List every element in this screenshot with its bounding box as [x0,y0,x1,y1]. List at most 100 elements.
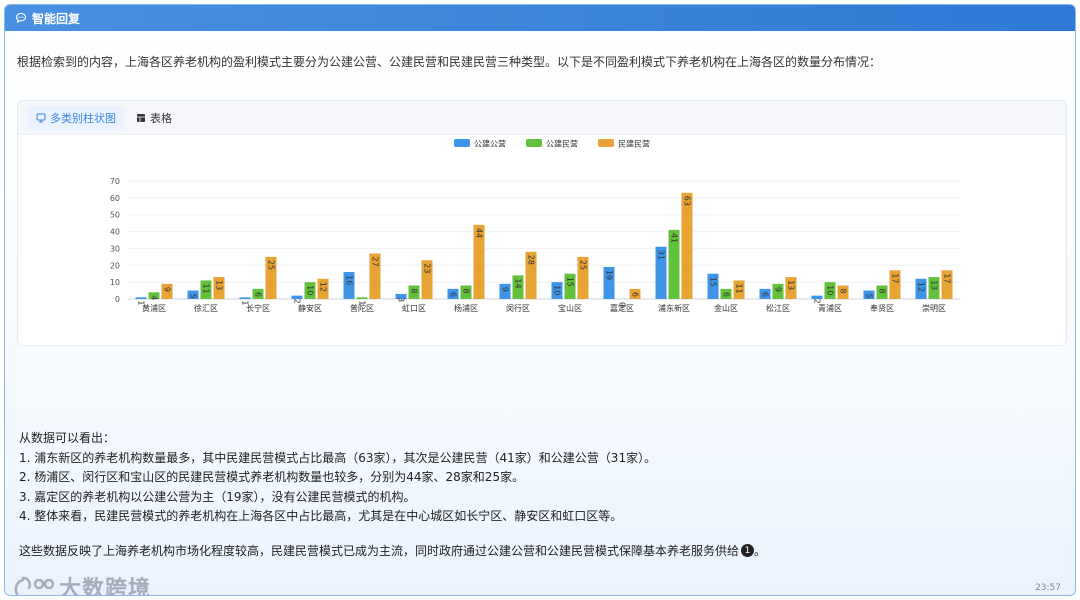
bar-value-label: 8 [839,289,848,294]
bar [356,297,368,299]
tab-table-label: 表格 [150,111,172,125]
conclusion-heading: 从数据可以看出： [19,431,116,445]
bar-value-label: 11 [735,283,744,293]
y-tick-label: 40 [110,228,120,237]
x-tick-label: 静安区 [298,303,322,313]
tab-bar-chart[interactable]: 多类别柱状图 [28,105,124,130]
x-tick-label: 普陀区 [350,303,374,313]
bar-value-label: 9 [774,287,783,292]
y-tick-label: 50 [110,211,120,220]
x-tick-label: 徐汇区 [194,303,218,313]
bar-value-label: 5 [189,294,198,299]
timestamp: 23:57 [1035,583,1061,593]
x-tick-label: 崇明区 [922,304,946,313]
bar-value-label: 27 [371,256,380,266]
x-tick-label: 松江区 [766,303,790,313]
bar-chart-icon [36,113,46,123]
bar-value-label: 14 [514,278,523,288]
x-tick-label: 青浦区 [818,303,842,313]
chat-bubble-icon [15,12,27,24]
x-tick-label: 杨浦区 [454,303,478,313]
bar-value-label: 13 [787,280,796,290]
tab-bar-chart-label: 多类别柱状图 [50,111,116,125]
conclusion-point: 1. 浦东新区的养老机构数量最多，其中民建民营模式占比最高（63家），其次是公建… [19,450,657,465]
bar-value-label: 17 [943,273,952,283]
bar-value-label: 11 [202,283,211,293]
bar-value-label: 23 [423,263,432,273]
bar-value-label: 63 [683,196,692,206]
bar-value-label: 6 [761,292,770,297]
bar-value-label: 12 [917,282,926,292]
bar-value-label: 4 [150,295,159,300]
legend-swatch [454,139,470,147]
bar [135,297,147,299]
bar-value-label: 12 [319,282,328,292]
bar-value-label: 6 [449,292,458,297]
bar-value-label: 6 [631,292,640,297]
y-tick-label: 10 [110,278,120,287]
bar-value-label: 2 [293,299,302,304]
bar-value-label: 8 [410,289,419,294]
chart-tab-bar: 多类别柱状图 表格 [18,101,1066,135]
bar-value-label: 13 [215,280,224,290]
x-tick-label: 长宁区 [246,303,270,313]
legend-label: 公建公营 [474,139,506,149]
legend-swatch [598,139,614,147]
bar-value-label: 10 [306,285,315,295]
x-tick-label: 宝山区 [558,303,582,313]
bar-value-label: 16 [345,275,354,285]
panel-title: 智能回复 [32,11,81,26]
y-tick-label: 60 [110,194,120,203]
x-tick-label: 嘉定区 [610,303,634,313]
grouped-bar-chart: 0 10 20 30 40 50 60 70 公建公营 公建民营 民建民营 14 9 黄浦区 5 11 13 徐汇… [110,139,960,313]
bar-value-label: 9 [163,287,172,292]
bar-value-label: 28 [527,255,536,265]
bar-value-label: 10 [553,285,562,295]
conclusion-point: 2. 杨浦区、闵行区和宝山区的民建民营模式养老机构数量也较多，分别为44家、28… [19,470,525,484]
x-tick-label: 虹口区 [402,304,426,313]
bar-value-label: 2 [813,299,822,304]
bar-value-label: 15 [566,277,575,287]
watermark-logo-icon [13,574,57,595]
bar-value-label: 9 [501,287,510,292]
summary-period: 。 [754,544,767,558]
legend-label: 民建民营 [618,139,650,149]
intro-text: 根据检索到的内容，上海各区养老机构的盈利模式主要分为公建公营、公建民营和民建民营… [17,55,882,69]
bar-value-label: 8 [462,289,471,294]
x-tick-label: 奉贤区 [870,303,894,313]
bar-value-label: 6 [722,292,731,297]
bar-value-label: 13 [930,280,939,290]
bar-value-label: 10 [826,285,835,295]
bar-value-label: 25 [267,260,276,270]
conclusion-point: 3. 嘉定区的养老机构以公建公营为主（19家），没有公建民营模式的机构。 [19,489,416,504]
x-tick-label: 浦东新区 [658,303,690,313]
y-tick-label: 0 [115,295,120,304]
legend-swatch [526,139,542,147]
watermark-text: 大数跨境 [59,577,152,596]
bar [239,297,251,299]
bar-value-label: 31 [657,250,666,260]
reply-panel: 智能回复 根据检索到的内容，上海各区养老机构的盈利模式主要分为公建公营、公建民营… [4,4,1076,596]
bar-value-label: 44 [475,228,484,238]
x-tick-label: 金山区 [714,303,738,313]
bar-value-label: 25 [579,260,588,270]
table-icon [136,113,146,123]
conclusion-section: 从数据可以看出： 1. 浦东新区的养老机构数量最多，其中民建民营模式占比最高（6… [19,429,656,527]
legend-label: 公建民营 [546,139,578,149]
x-tick-label: 闵行区 [506,303,530,313]
bar [681,192,693,299]
bar-value-label: 5 [865,294,874,299]
chart-card: 多类别柱状图 表格 0 10 20 30 40 50 60 70 公建公营 公建民营 民建民营 1 4 9… [17,100,1067,346]
bar-value-label: 41 [670,233,679,243]
citation-badge[interactable]: 1 [741,544,755,557]
y-tick-label: 30 [110,244,120,253]
bar-value-label: 15 [709,277,718,287]
bar-value-label: 3 [397,297,406,302]
summary-text: 这些数据反映了上海养老机构市场化程度较高，民建民营模式已成为主流，同时政府通过公… [19,544,740,558]
conclusion-point: 4. 整体来看，民建民营模式的养老机构在上海各区中占比最高，尤其是在中心城区如长… [19,509,623,523]
bar-value-label: 6 [254,292,263,297]
tab-table[interactable]: 表格 [128,106,180,130]
y-tick-label: 20 [110,261,120,270]
panel-header: 智能回复 [5,5,1075,31]
summary-text-row: 这些数据反映了上海养老机构市场化程度较高，民建民营模式已成为主流，同时政府通过公… [19,542,766,559]
